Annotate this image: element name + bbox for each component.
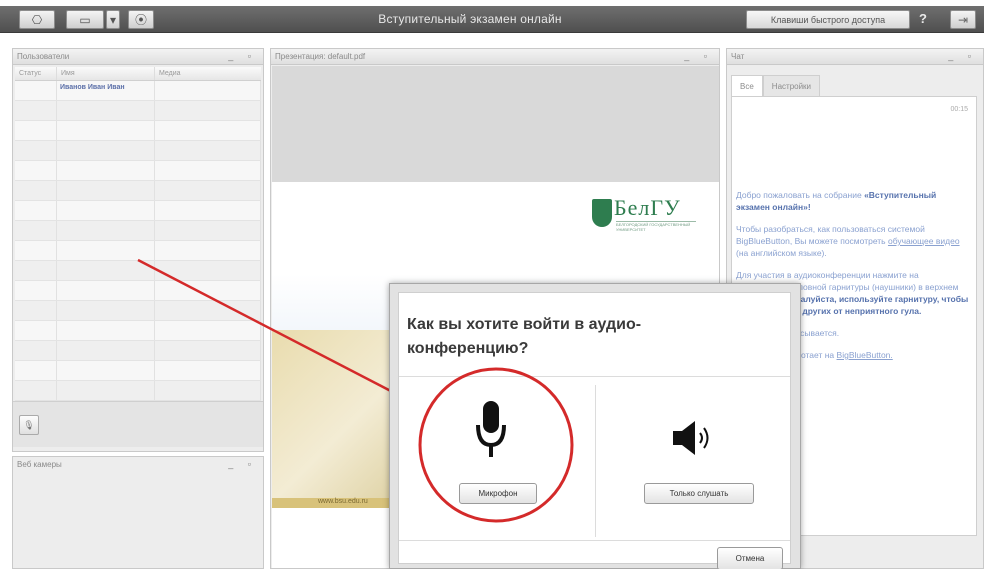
webcams-panel-title: Веб камеры <box>17 460 62 469</box>
university-logo-text: БелГУ <box>614 195 681 220</box>
logout-icon: ⇥ <box>957 12 969 27</box>
user-row-empty <box>15 261 261 281</box>
dialog-vertical-divider <box>595 385 596 537</box>
users-list: Иванов Иван Иван <box>15 81 261 401</box>
desktop-share-dropdown[interactable]: ▾ <box>106 10 120 29</box>
user-row-empty <box>15 381 261 401</box>
chat-panel-title: Чат <box>731 52 745 61</box>
microphone-icon: 🎙 <box>23 419 35 430</box>
users-panel-title: Пользователи <box>17 52 70 61</box>
presentation-panel-header: Презентация: default.pdf _ ▫ <box>271 49 719 65</box>
chat-panel-header: Чат _ ▫ <box>727 49 983 65</box>
users-panel: Пользователи _ ▫ Статус Имя Медиа Иванов… <box>12 48 264 452</box>
help-button[interactable]: ? <box>919 11 927 26</box>
audio-join-dialog: Как вы хотите войти в аудио-конференцию?… <box>389 283 801 569</box>
meeting-title: Вступительный экзамен онлайн <box>378 12 562 26</box>
user-row-empty <box>15 121 261 141</box>
user-row-empty <box>15 321 261 341</box>
shortcut-keys-button[interactable]: Клавиши быстрого доступа <box>746 10 910 29</box>
column-media[interactable]: Медиа <box>155 67 261 80</box>
user-row-empty <box>15 141 261 161</box>
user-row-empty <box>15 281 261 301</box>
webcams-panel-window-controls[interactable]: _ ▫ <box>228 459 257 469</box>
user-row-empty <box>15 101 261 121</box>
tab-public-chat[interactable]: Все <box>731 75 763 97</box>
cancel-button[interactable]: Отмена <box>717 547 783 569</box>
column-name[interactable]: Имя <box>57 67 155 80</box>
chat-panel-window-controls[interactable]: _ ▫ <box>948 51 977 61</box>
university-logo-icon <box>592 199 612 227</box>
presentation-panel-window-controls[interactable]: _ ▫ <box>684 51 713 61</box>
users-panel-header: Пользователи _ ▫ <box>13 49 263 65</box>
user-row-empty <box>15 201 261 221</box>
user-row-empty <box>15 181 261 201</box>
howto-suffix: (на английском языке). <box>736 248 827 258</box>
user-row-empty <box>15 361 261 381</box>
users-table-header: Статус Имя Медиа <box>15 67 261 81</box>
dialog-footer-divider <box>399 540 790 541</box>
user-row-empty <box>15 341 261 361</box>
users-table: Статус Имя Медиа Иванов Иван Иван <box>15 67 261 401</box>
desktop-share-button[interactable]: ▭ <box>66 10 104 29</box>
tutorial-link[interactable]: обучающее видео <box>888 236 960 246</box>
settings-icon: ⦿ <box>134 13 147 27</box>
column-status[interactable]: Статус <box>15 67 57 80</box>
webcams-panel: Веб камеры _ ▫ <box>12 456 264 569</box>
chat-timestamp: 00:15 <box>950 106 968 113</box>
join-audio-button[interactable]: 🎙 <box>19 415 39 435</box>
listen-only-button[interactable]: Только слушать <box>644 483 754 504</box>
university-logo-subtitle: БЕЛГОРОДСКИЙ ГОСУДАРСТВЕННЫЙ УНИВЕРСИТЕТ <box>616 221 696 232</box>
speaker-icon[interactable] <box>671 418 721 458</box>
desktop-icon: ▭ <box>79 12 91 27</box>
microphone-button[interactable]: Микрофон <box>459 483 537 504</box>
logout-button[interactable]: ⇥ <box>950 10 976 29</box>
slide-url: www.bsu.edu.ru <box>318 498 368 505</box>
dialog-title: Как вы хотите войти в аудио-конференцию? <box>407 316 642 357</box>
settings-button[interactable]: ⦿ <box>128 10 154 29</box>
top-toolbar: ⎔ ▭ ▾ ⦿ Вступительный экзамен онлайн Кла… <box>0 6 984 33</box>
chat-tabs: Все Настройки <box>731 75 821 97</box>
dialog-divider <box>399 376 790 377</box>
chevron-down-icon: ▾ <box>109 12 117 27</box>
welcome-text: Добро пожаловать на собрание <box>736 190 862 200</box>
presentation-panel-title: Презентация: default.pdf <box>275 52 366 61</box>
webcam-icon: ⎔ <box>31 12 43 27</box>
webcams-panel-header: Веб камеры _ ▫ <box>13 457 263 473</box>
user-row-empty <box>15 221 261 241</box>
microphone-icon[interactable] <box>476 401 506 465</box>
user-row-empty <box>15 241 261 261</box>
users-panel-footer: 🎙 <box>13 401 263 447</box>
users-panel-window-controls[interactable]: _ ▫ <box>228 51 257 61</box>
audio-join-dialog-body: Как вы хотите войти в аудио-конференцию?… <box>398 292 791 569</box>
user-row-empty <box>15 161 261 181</box>
slide-photo <box>272 330 392 498</box>
user-row[interactable]: Иванов Иван Иван <box>15 81 261 101</box>
user-row-empty <box>15 301 261 321</box>
tab-chat-settings[interactable]: Настройки <box>762 75 821 97</box>
bigbluebutton-link[interactable]: BigBlueButton. <box>837 350 893 360</box>
webcam-share-button[interactable]: ⎔ <box>19 10 55 29</box>
user-name: Иванов Иван Иван <box>57 81 155 100</box>
